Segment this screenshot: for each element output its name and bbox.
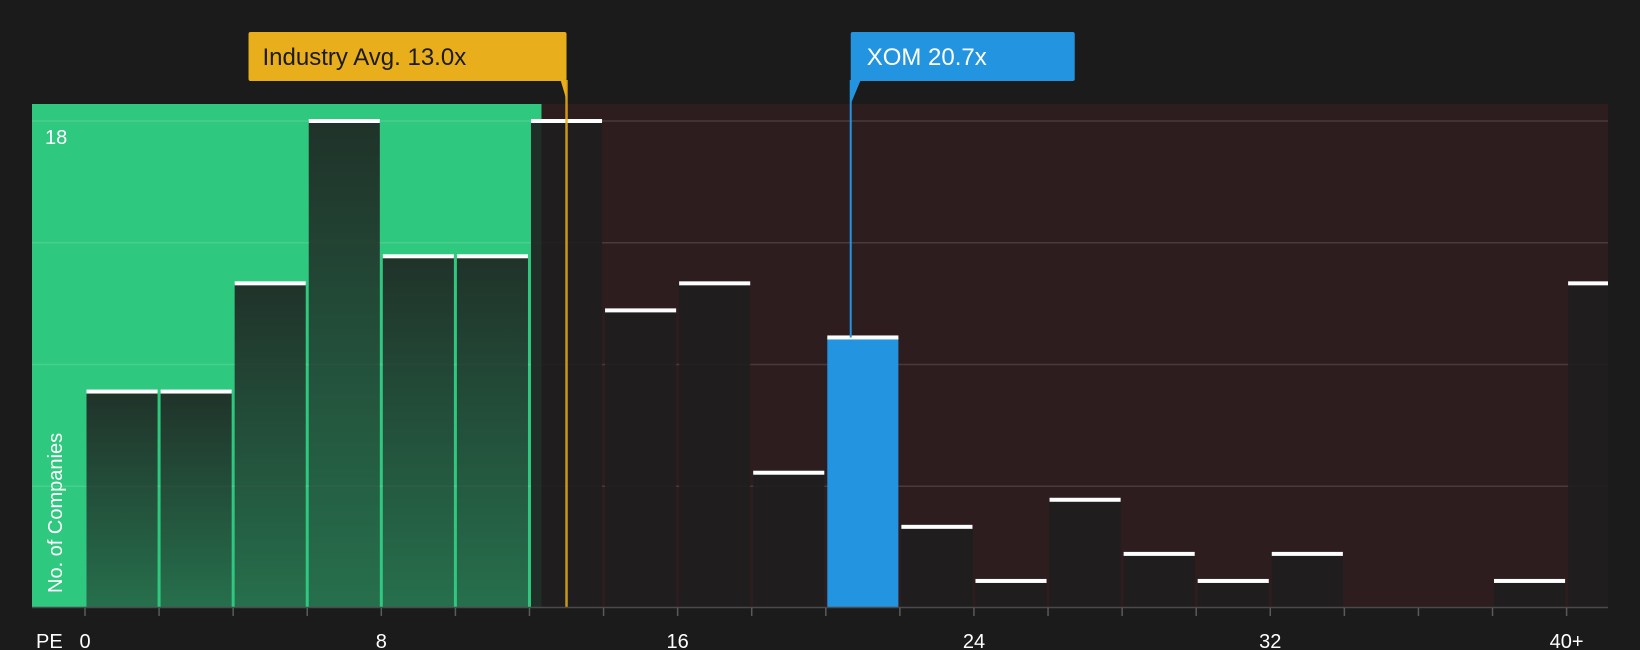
bar-cap bbox=[901, 524, 973, 529]
histogram-bar bbox=[456, 256, 528, 608]
bar-cap bbox=[234, 281, 306, 286]
histogram-bar bbox=[1568, 283, 1608, 608]
y-axis-label: No. of Companies bbox=[45, 433, 67, 593]
company-label: XOM 20.7x bbox=[867, 44, 987, 71]
y-top-label: 18 bbox=[45, 127, 67, 149]
histogram-bar bbox=[86, 391, 158, 608]
bar-cap bbox=[1568, 281, 1608, 286]
x-tick-label: 24 bbox=[963, 631, 985, 650]
bar-cap bbox=[605, 308, 677, 313]
histogram-bar bbox=[1123, 553, 1195, 608]
histogram-bar bbox=[1494, 580, 1566, 608]
bar-cap bbox=[160, 389, 232, 394]
histogram-bar bbox=[679, 283, 751, 608]
histogram-bar bbox=[827, 337, 899, 608]
industry-avg-label: Industry Avg. 13.0x bbox=[263, 44, 467, 71]
x-axis-label: PE bbox=[36, 631, 63, 650]
bar-cap bbox=[1197, 578, 1269, 583]
bar-cap bbox=[975, 578, 1047, 583]
bar-cap bbox=[1049, 497, 1121, 502]
company-pointer bbox=[850, 80, 861, 104]
histogram-bar bbox=[1197, 580, 1269, 608]
bar-cap bbox=[1494, 578, 1566, 583]
bar-cap bbox=[86, 389, 158, 394]
histogram-bar bbox=[234, 283, 306, 608]
x-tick-label: 32 bbox=[1259, 631, 1281, 650]
histogram-bar bbox=[160, 391, 232, 608]
histogram-bar bbox=[901, 526, 973, 608]
histogram-bar bbox=[1049, 499, 1121, 608]
x-tick-label: 40+ bbox=[1550, 631, 1584, 650]
bar-cap bbox=[1123, 551, 1195, 556]
x-tick-label: 8 bbox=[376, 631, 387, 650]
histogram-bar bbox=[1271, 553, 1343, 608]
bar-cap bbox=[1271, 551, 1343, 556]
histogram-bar bbox=[605, 310, 677, 608]
bar-cap bbox=[827, 335, 899, 340]
bar-cap bbox=[308, 119, 380, 123]
bar-cap bbox=[382, 254, 454, 259]
histogram-bar bbox=[975, 580, 1047, 608]
x-tick-label: 0 bbox=[79, 631, 90, 650]
bar-cap bbox=[753, 470, 825, 475]
histogram-bar bbox=[382, 256, 454, 608]
pe-distribution-chart: Industry Avg. 13.0x XOM 20.7x 0 8 16 24 32 40+… bbox=[32, 32, 1608, 650]
histogram-bar bbox=[308, 121, 380, 608]
bar-cap bbox=[456, 254, 528, 259]
x-tick-label: 16 bbox=[667, 631, 689, 650]
x-ticks: 0 8 16 24 32 40+ bbox=[79, 608, 1584, 650]
bar-cap bbox=[679, 281, 751, 286]
histogram-bar bbox=[753, 472, 825, 608]
